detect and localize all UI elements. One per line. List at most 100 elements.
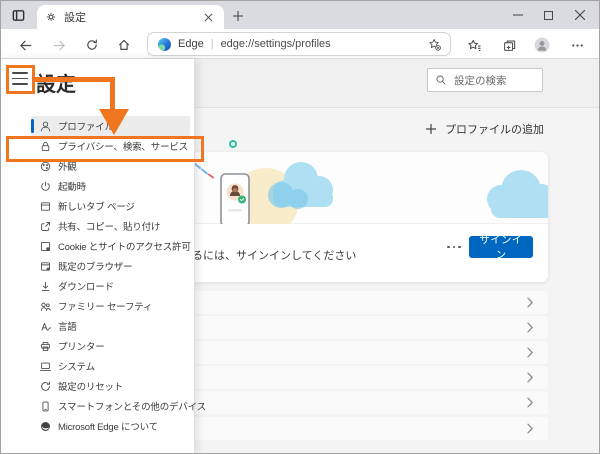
default-browser-icon	[39, 260, 52, 273]
chevron-right-icon	[525, 422, 535, 435]
sidebar-item-family-safety[interactable]: ファミリー セーフティ	[31, 296, 190, 316]
tab-actions-icon	[11, 8, 26, 23]
power-icon	[39, 180, 52, 193]
sidebar-item-about[interactable]: Microsoft Edge について	[31, 416, 190, 436]
tab-title: 設定	[64, 9, 200, 25]
sidebar-item-downloads[interactable]: ダウンロード	[31, 276, 190, 296]
home-icon	[117, 38, 131, 52]
home-button[interactable]	[113, 34, 135, 56]
profile-detail-row[interactable]	[151, 341, 548, 364]
tab-close-icon[interactable]	[200, 9, 216, 25]
settings-title: 設定	[36, 68, 76, 97]
plus-icon	[425, 123, 437, 135]
star-add-icon	[427, 37, 442, 52]
annotation-box-menu-button	[6, 65, 35, 94]
phone-illustration	[221, 174, 249, 224]
sidebar-item-system[interactable]: システム	[31, 356, 190, 376]
sidebar-item-new-tab-page[interactable]: 新しいタブ ページ	[31, 196, 190, 216]
annotation-connector-vertical	[110, 77, 115, 110]
chevron-right-icon	[525, 346, 535, 359]
sidebar-item-label: Cookie とサイトのアクセス許可	[58, 239, 191, 253]
url-separator: |	[211, 38, 214, 50]
sidebar-item-label: 言語	[58, 319, 77, 333]
forward-icon	[52, 38, 67, 53]
phone-icon	[39, 400, 52, 413]
profile-more-button[interactable]	[441, 237, 467, 257]
url-text: edge://settings/profiles	[221, 38, 424, 50]
collections-icon	[502, 38, 517, 53]
minimize-button[interactable]	[502, 1, 533, 29]
new-tab-button[interactable]	[230, 8, 246, 24]
new-tab-page-icon	[39, 200, 52, 213]
browser-toolbar: Edge | edge://settings/profiles	[1, 29, 599, 59]
add-favorite-button[interactable]	[424, 34, 444, 54]
profile-avatar-button[interactable]	[531, 34, 553, 56]
family-icon	[39, 300, 52, 313]
ellipsis-icon	[570, 38, 585, 53]
sidebar-item-printers[interactable]: プリンター	[31, 336, 190, 356]
maximize-button[interactable]	[533, 1, 564, 29]
sidebar-item-label: ダウンロード	[58, 279, 114, 293]
add-profile-button[interactable]: プロファイルの追加	[425, 121, 544, 137]
chevron-right-icon	[525, 296, 535, 309]
plus-icon	[232, 10, 244, 22]
printer-icon	[39, 340, 52, 353]
annotation-box-privacy-item	[6, 136, 204, 162]
chevron-right-icon	[525, 371, 535, 384]
sidebar-item-start[interactable]: 起動時	[31, 176, 190, 196]
browser-window: 設定 Edge | edge:/	[0, 0, 600, 454]
favorites-button[interactable]	[463, 34, 485, 56]
download-icon	[39, 280, 52, 293]
sidebar-item-site-permissions[interactable]: Cookie とサイトのアクセス許可	[31, 236, 190, 256]
sidebar-item-label: 共有、コピー、貼り付け	[58, 219, 160, 233]
chevron-right-icon	[525, 396, 535, 409]
favorites-star-icon	[467, 38, 482, 53]
gear-icon	[45, 11, 57, 23]
reset-icon	[39, 380, 52, 393]
green-dot-annotation	[229, 140, 237, 148]
sidebar-item-label: システム	[58, 359, 95, 373]
sidebar-item-default-browser[interactable]: 既定のブラウザー	[31, 256, 190, 276]
close-button[interactable]	[564, 1, 595, 29]
language-icon	[39, 320, 52, 333]
profile-detail-row[interactable]	[151, 417, 548, 440]
settings-nav-list: プロファイルプライバシー、検索、サービス外観起動時新しいタブ ページ共有、コピー…	[1, 116, 194, 436]
search-placeholder: 設定の検索	[454, 73, 507, 88]
signin-button[interactable]: サインイン	[469, 236, 533, 258]
sidebar-item-devices[interactable]: スマートフォンとその他のデバイス	[31, 396, 190, 416]
system-icon	[39, 360, 52, 373]
sidebar-item-label: 設定のリセット	[58, 379, 123, 393]
sidebar-item-label: スマートフォンとその他のデバイス	[58, 399, 206, 413]
forward-button[interactable]	[48, 34, 70, 56]
sidebar-item-reset-settings[interactable]: 設定のリセット	[31, 376, 190, 396]
avatar-icon	[534, 37, 550, 53]
sidebar-item-share-copy-paste[interactable]: 共有、コピー、貼り付け	[31, 216, 190, 236]
annotation-arrowhead	[99, 109, 129, 135]
sidebar-item-languages[interactable]: 言語	[31, 316, 190, 336]
search-settings-input[interactable]: 設定の検索	[427, 68, 543, 92]
profile-detail-row[interactable]	[151, 366, 548, 389]
site-permissions-icon	[39, 240, 52, 253]
window-controls	[502, 1, 595, 29]
profile-detail-row[interactable]	[151, 316, 548, 339]
profile-detail-row[interactable]	[151, 391, 548, 414]
signin-row: 同期するには、サインインしてください サインイン	[151, 224, 548, 282]
share-icon	[39, 220, 52, 233]
settings-more-button[interactable]	[566, 34, 588, 56]
back-icon	[18, 38, 33, 53]
sidebar-item-label: Microsoft Edge について	[58, 419, 158, 433]
collections-button[interactable]	[498, 34, 520, 56]
add-profile-label: プロファイルの追加	[445, 121, 544, 137]
address-bar[interactable]: Edge | edge://settings/profiles	[147, 32, 451, 56]
active-tab[interactable]: 設定	[37, 5, 224, 29]
sidebar-item-label: プリンター	[58, 339, 105, 353]
site-brand: Edge	[178, 38, 204, 50]
refresh-button[interactable]	[81, 34, 103, 56]
tab-actions-button[interactable]	[8, 6, 28, 25]
sidebar-item-label: 新しいタブ ページ	[58, 199, 135, 213]
tab-strip: 設定	[1, 1, 599, 29]
edge-logo-icon	[158, 38, 171, 51]
back-button[interactable]	[14, 34, 36, 56]
profile-detail-row[interactable]	[151, 291, 548, 314]
edge-logo-icon	[39, 420, 52, 433]
